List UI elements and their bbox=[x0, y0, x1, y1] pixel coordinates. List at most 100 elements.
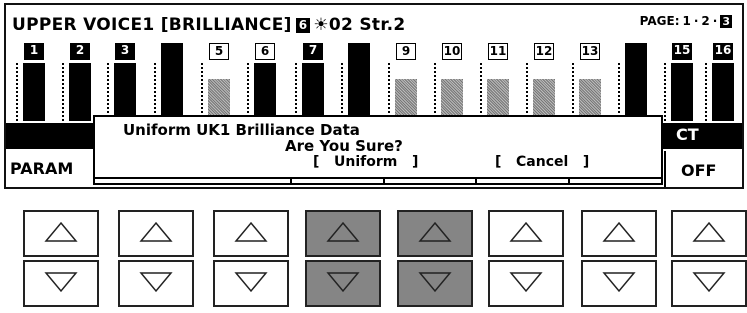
dialog-footer-line bbox=[95, 177, 661, 179]
up-button-6[interactable] bbox=[488, 210, 564, 257]
channel-level-bar-3 bbox=[114, 63, 136, 121]
channel-scale-8 bbox=[341, 63, 343, 121]
right-top-label: CT bbox=[676, 125, 699, 144]
cancel-button[interactable]: [ Cancel ] bbox=[495, 154, 589, 170]
channel-level-bar-14 bbox=[625, 43, 647, 121]
title-prefix: UPPER VOICE1 [BRILLIANCE] bbox=[12, 15, 292, 35]
down-button-2[interactable] bbox=[118, 260, 194, 307]
channel-scale-14 bbox=[618, 63, 620, 121]
page-label: PAGE: bbox=[639, 14, 680, 28]
voice-number: ☀02 Str.2 bbox=[313, 15, 406, 35]
triangle-down-icon bbox=[139, 271, 173, 297]
triangle-up-icon bbox=[692, 221, 726, 247]
channel-level-bar-7 bbox=[302, 63, 324, 121]
down-button-5[interactable] bbox=[397, 260, 473, 307]
triangle-up-icon bbox=[234, 221, 268, 247]
channel-scale-6 bbox=[247, 63, 249, 121]
channel-scale-4 bbox=[154, 63, 156, 121]
channel-level-bar-15 bbox=[671, 63, 693, 121]
down-button-3[interactable] bbox=[213, 260, 289, 307]
right-dark-band bbox=[661, 123, 742, 149]
channel-scale-9 bbox=[388, 63, 390, 121]
page-indicator: PAGE: 1 · 2 · 3 bbox=[639, 14, 732, 28]
channel-level-bar-16 bbox=[712, 63, 734, 121]
button-pair-4 bbox=[305, 210, 381, 310]
button-pair-2 bbox=[118, 210, 194, 310]
triangle-up-icon bbox=[602, 221, 636, 247]
down-button-6[interactable] bbox=[488, 260, 564, 307]
screen-title: UPPER VOICE1 [BRILLIANCE] 6 ☀02 Str.2 bbox=[12, 15, 406, 35]
triangle-down-icon bbox=[692, 271, 726, 297]
channel-number-10: 10 bbox=[442, 43, 462, 60]
channel-scale-10 bbox=[434, 63, 436, 121]
channel-number-15: 15 bbox=[672, 43, 692, 60]
right-divider bbox=[664, 151, 666, 187]
channel-number-11: 11 bbox=[488, 43, 508, 60]
channel-scale-15 bbox=[664, 63, 666, 121]
uniform-button[interactable]: [ Uniform ] bbox=[313, 154, 418, 170]
title-badge: 6 bbox=[295, 17, 311, 33]
channel-scale-1 bbox=[16, 63, 18, 121]
up-button-3[interactable] bbox=[213, 210, 289, 257]
up-button-4[interactable] bbox=[305, 210, 381, 257]
triangle-up-icon bbox=[418, 221, 452, 247]
bottom-border bbox=[6, 187, 744, 189]
param-label[interactable]: PARAM bbox=[10, 159, 73, 178]
channel-level-bar-6 bbox=[254, 63, 276, 121]
channel-level-bar-1 bbox=[23, 63, 45, 121]
channel-number-5: 5 bbox=[209, 43, 229, 60]
channel-level-bar-4 bbox=[161, 43, 183, 121]
triangle-down-icon bbox=[418, 271, 452, 297]
triangle-up-icon bbox=[139, 221, 173, 247]
triangle-down-icon bbox=[44, 271, 78, 297]
triangle-up-icon bbox=[44, 221, 78, 247]
down-button-4[interactable] bbox=[305, 260, 381, 307]
channel-scale-5 bbox=[201, 63, 203, 121]
channel-level-bar-8 bbox=[348, 43, 370, 121]
channel-scale-2 bbox=[62, 63, 64, 121]
button-pair-6 bbox=[488, 210, 564, 310]
up-button-2[interactable] bbox=[118, 210, 194, 257]
triangle-down-icon bbox=[509, 271, 543, 297]
down-button-1[interactable] bbox=[23, 260, 99, 307]
channel-scale-3 bbox=[107, 63, 109, 121]
channel-scale-12 bbox=[526, 63, 528, 121]
channel-scale-11 bbox=[480, 63, 482, 121]
button-pair-8 bbox=[671, 210, 747, 310]
down-button-7[interactable] bbox=[581, 260, 657, 307]
button-pair-1 bbox=[23, 210, 99, 310]
left-dark-band bbox=[6, 123, 96, 149]
lcd-display: UPPER VOICE1 [BRILLIANCE] 6 ☀02 Str.2 PA… bbox=[4, 3, 744, 189]
button-pair-7 bbox=[581, 210, 657, 310]
up-button-7[interactable] bbox=[581, 210, 657, 257]
channel-number-9: 9 bbox=[396, 43, 416, 60]
channel-number-13: 13 bbox=[580, 43, 600, 60]
up-button-1[interactable] bbox=[23, 210, 99, 257]
triangle-up-icon bbox=[509, 221, 543, 247]
channel-number-16: 16 bbox=[713, 43, 733, 60]
confirm-dialog: Uniform UK1 Brilliance Data Are You Sure… bbox=[93, 115, 663, 185]
up-button-8[interactable] bbox=[671, 210, 747, 257]
triangle-up-icon bbox=[326, 221, 360, 247]
channel-number-3: 3 bbox=[115, 43, 135, 60]
channel-scale-7 bbox=[295, 63, 297, 121]
channel-number-1: 1 bbox=[24, 43, 44, 60]
page-current: 3 bbox=[720, 14, 732, 28]
button-pair-3 bbox=[213, 210, 289, 310]
channel-level-bar-2 bbox=[69, 63, 91, 121]
up-button-5[interactable] bbox=[397, 210, 473, 257]
down-button-8[interactable] bbox=[671, 260, 747, 307]
dialog-question: Are You Sure? bbox=[285, 137, 403, 155]
channel-number-2: 2 bbox=[70, 43, 90, 60]
triangle-down-icon bbox=[326, 271, 360, 297]
page-number-2: 2 bbox=[701, 14, 710, 28]
channel-scale-13 bbox=[572, 63, 574, 121]
channel-number-12: 12 bbox=[534, 43, 554, 60]
page-number-1: 1 bbox=[682, 14, 691, 28]
channel-scale-16 bbox=[705, 63, 707, 121]
channel-number-6: 6 bbox=[255, 43, 275, 60]
channel-number-7: 7 bbox=[303, 43, 323, 60]
button-pair-5 bbox=[397, 210, 473, 310]
off-label[interactable]: OFF bbox=[681, 161, 716, 180]
triangle-down-icon bbox=[602, 271, 636, 297]
